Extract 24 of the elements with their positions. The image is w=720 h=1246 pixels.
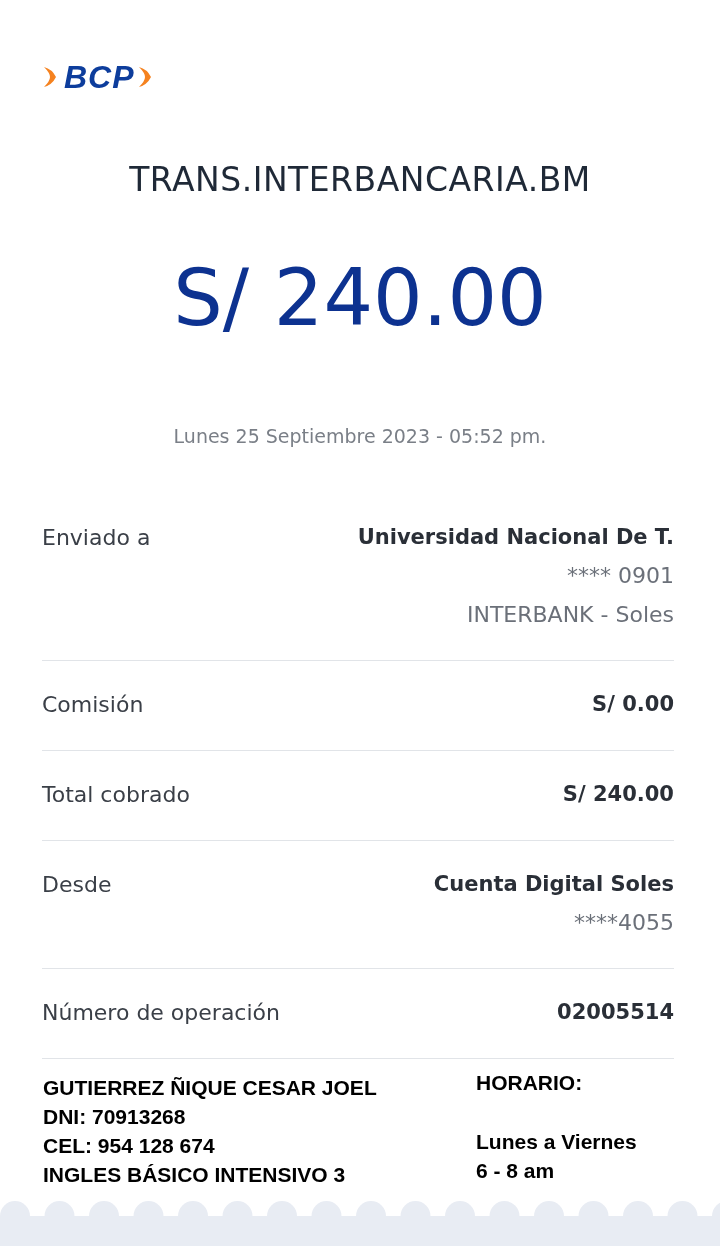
transfer-title: TRANS.INTERBANCARIA.BM (128, 160, 592, 199)
detail-value: **** 0901 (567, 563, 674, 588)
note-line: GUTIERREZ ÑIQUE CESAR JOEL (43, 1075, 378, 1101)
datetime: Lunes 25 Septiembre 2023 - 05:52 pm. (172, 425, 548, 447)
detail-value: S/ 240.00 (562, 782, 674, 806)
detail-value: INTERBANK - Soles (466, 602, 674, 627)
detail-value: Cuenta Digital Soles (433, 872, 674, 896)
amount: S/ 240.00 (172, 259, 548, 337)
note-line: DNI: 70913268 (43, 1104, 187, 1130)
detail-value: ****4055 (574, 910, 674, 935)
note-line: 6 - 8 am (476, 1158, 556, 1184)
detail-label: Comisión (42, 692, 144, 717)
detail-label: Número de operación (42, 1000, 280, 1025)
detail-value: Universidad Nacional De T. (357, 525, 674, 549)
detail-label: Enviado a (42, 525, 151, 552)
detail-label: Total cobrado (42, 782, 190, 807)
note-line: CEL: 954 128 674 (43, 1133, 216, 1159)
detail-label: Desde (42, 872, 112, 899)
detail-value: 02005514 (557, 1000, 674, 1024)
detail-value: S/ 0.00 (592, 692, 674, 716)
note-line: INGLES BÁSICO INTENSIVO 3 (43, 1162, 347, 1188)
note-heading: HORARIO: (476, 1070, 584, 1096)
logo-text: BCP (64, 58, 135, 96)
note-line: Lunes a Viernes (476, 1129, 638, 1155)
